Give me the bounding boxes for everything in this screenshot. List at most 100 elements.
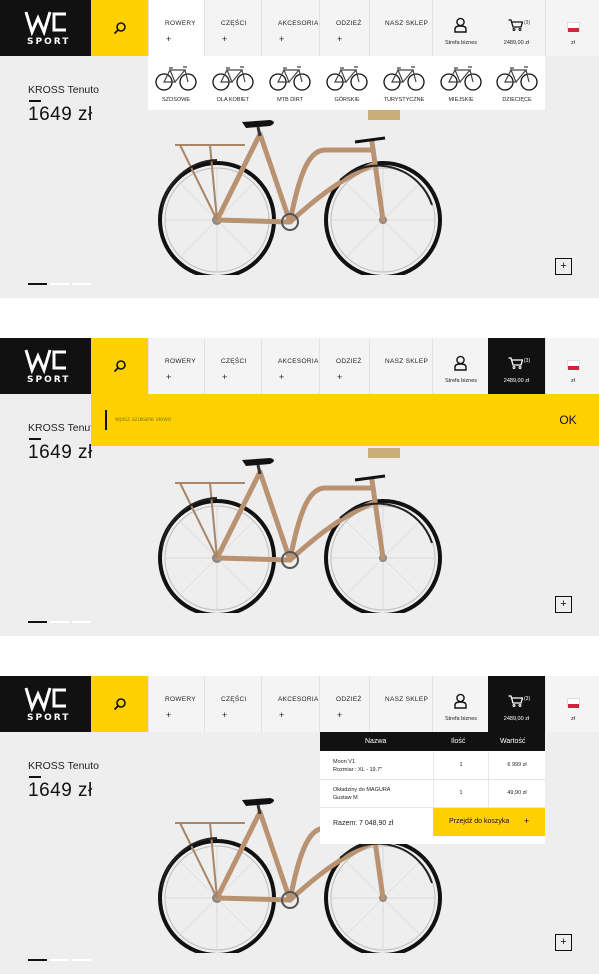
cart-row[interactable]: Moon V1 Rozmiar : XL - 19.7" 1 6 999 zł [320,752,545,780]
logo[interactable]: SPORT [0,338,91,394]
slider-dot[interactable] [72,959,91,961]
cart-icon [508,19,523,31]
cart-table-header: Nazwa Ilość Wartość [320,732,545,751]
nav-item-nasz-sklep[interactable]: NASZ SKLEP [369,338,432,394]
cart-item-qty: 1 [433,752,488,780]
zoom-button[interactable]: + [555,934,572,951]
nav-item-akcesoria[interactable]: AKCESORIA + [261,338,319,394]
nav-item-odziez[interactable]: ODZIEŻ + [319,676,369,732]
nav-item-akcesoria[interactable]: AKCESORIA + [261,676,319,732]
cart-total: Razem: 7 048,90 zł [333,820,394,827]
category-label: SZOSOWE [161,97,191,103]
cart-row[interactable]: Okładziny do MAGURA Gustaw M 1 49,90 zł [320,780,545,808]
divider [29,438,41,440]
touring-bike-icon [383,62,425,92]
cart-button[interactable]: (3) 2489,00 zł [488,676,545,732]
language-selector[interactable]: zł [545,676,599,732]
search-button[interactable] [91,0,148,56]
bike-category-dropdown: SZOSOWE DLA KOBIET MTB DIRT GÓRSKIE TURY… [148,56,545,110]
divider [29,100,41,102]
category-dzieciece[interactable]: DZIECIĘCE [489,56,545,110]
nav-item-odziez[interactable]: ODZIEŻ + [319,0,369,56]
logo[interactable]: SPORT [0,676,91,732]
cart-button[interactable]: (3) 2489,00 zł [488,0,545,56]
header: SPORT ROWERY + CZĘŚCI + AKCESORIA + ODZIEŻ +… [0,338,599,394]
nav-label: ROWERY [165,358,196,365]
nav-item-nasz-sklep[interactable]: NASZ SKLEP [369,676,432,732]
nav-label: CZĘŚCI [221,20,247,27]
cart-item-detail: Gustaw M [333,795,358,801]
account-button[interactable]: Strefa biznes [432,0,488,56]
nav-item-czesci[interactable]: CZĘŚCI + [204,338,261,394]
nav-item-rowery[interactable]: ROWERY + [148,676,204,732]
plus-icon: + [279,372,285,382]
zoom-button[interactable]: + [555,596,572,613]
cart-amount: 2489,00 zł [503,716,530,722]
mountain-bike-icon [326,62,368,92]
currency-label: zł [571,716,575,722]
currency-label: zł [571,40,575,46]
cart-footer: Razem: 7 048,90 zł Przejdź do koszyka + [320,808,545,838]
category-miejskie[interactable]: MIEJSKIE [433,56,489,110]
product-image [150,110,450,275]
nav-label: AKCESORIA [278,20,319,27]
nav-item-akcesoria[interactable]: AKCESORIA + [261,0,319,56]
nav-item-nasz-sklep[interactable]: NASZ SKLEP [369,0,432,56]
slider-dot[interactable] [50,621,69,623]
search-button[interactable] [91,676,148,732]
nav-label: ODZIEŻ [336,696,362,703]
cart-button[interactable]: (3) 2489,00 zł [488,338,545,394]
nav-item-rowery[interactable]: ROWERY + [148,0,204,56]
nav-item-rowery[interactable]: ROWERY + [148,338,204,394]
product-price: 1649 zł [28,442,93,463]
cart-item-name: Okładziny do MAGURA [333,787,391,793]
women-bike-icon [212,62,254,92]
category-turystyczne[interactable]: TURYSTYCZNE [376,56,432,110]
cart-count: (3) [524,696,531,702]
account-button[interactable]: Strefa biznes [432,676,488,732]
language-selector[interactable]: zł [545,338,599,394]
slider-dot[interactable] [50,959,69,961]
product-name: KROSS Tenuto [28,84,100,96]
cart-item-value: 49,90 zł [488,780,545,808]
nav-label: ROWERY [165,20,196,27]
slider-dot[interactable] [28,621,47,623]
cart-count: (3) [524,358,531,364]
nav-item-czesci[interactable]: CZĘŚCI + [204,0,261,56]
slider-dot[interactable] [72,621,91,623]
logo-wordmark: SPORT [27,713,71,723]
slider-dot[interactable] [50,283,69,285]
cart-item-name-cell: Moon V1 Rozmiar : XL - 19.7" [333,758,428,774]
category-label: GÓRSKIE [334,97,360,103]
account-label: Strefa biznes [444,40,478,46]
nav-label: NASZ SKLEP [385,20,429,27]
plus-icon: + [166,710,172,720]
slider-dot[interactable] [72,283,91,285]
language-selector[interactable]: zł [545,0,599,56]
nav-item-czesci[interactable]: CZĘŚCI + [204,676,261,732]
search-input[interactable] [105,410,505,430]
slider-dot[interactable] [28,959,47,961]
account-button[interactable]: Strefa biznes [432,338,488,394]
nav-label: NASZ SKLEP [385,696,429,703]
nav-item-odziez[interactable]: ODZIEŻ + [319,338,369,394]
product-image [150,448,450,613]
poland-flag-icon [567,698,580,708]
logo[interactable]: SPORT [0,0,91,56]
product-price: 1649 zł [28,104,93,125]
category-dla-kobiet[interactable]: DLA KOBIET [205,56,261,110]
zoom-button[interactable]: + [555,258,572,275]
cart-amount: 2489,00 zł [503,40,530,46]
checkout-label: Przejdź do koszyka [449,818,510,825]
category-mtb-dirt[interactable]: MTB DIRT [262,56,318,110]
checkout-button[interactable]: Przejdź do koszyka + [433,808,545,836]
divider [29,776,41,778]
category-gorskie[interactable]: GÓRSKIE [319,56,375,110]
search-button[interactable] [91,338,148,394]
search-submit-button[interactable]: OK [543,404,593,436]
category-szosowe[interactable]: SZOSOWE [148,56,204,110]
plus-icon: + [222,34,228,44]
kids-bike-icon [496,62,538,92]
slider-dot[interactable] [28,283,47,285]
road-bike-icon [155,62,197,92]
